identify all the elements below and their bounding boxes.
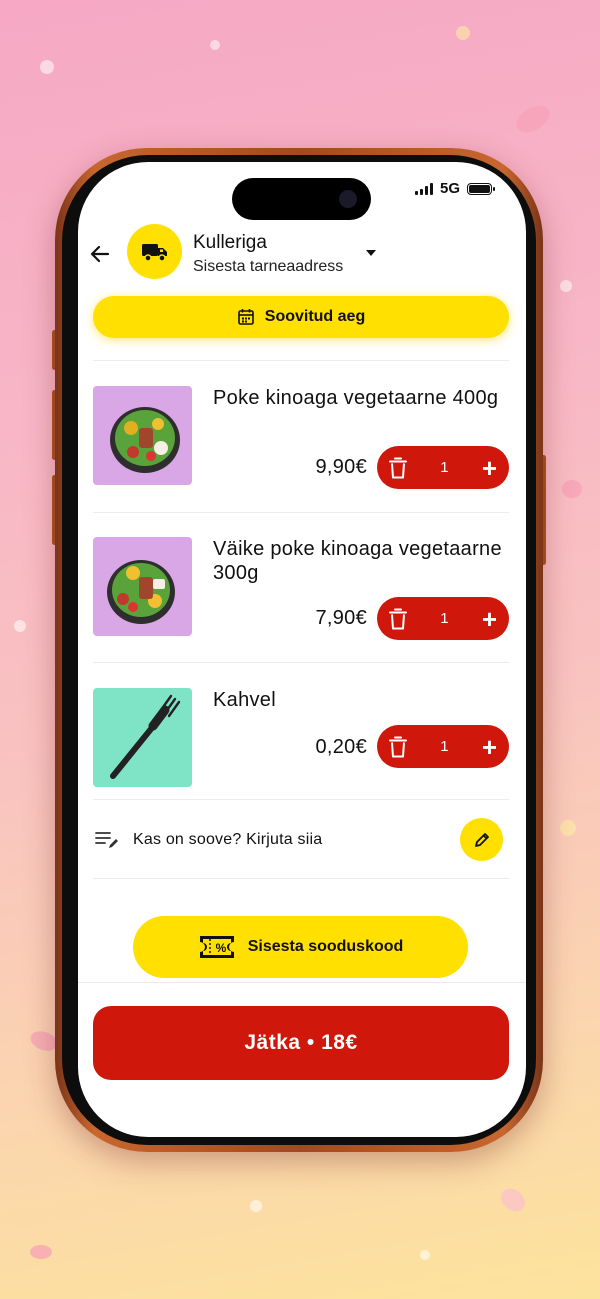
divider bbox=[93, 878, 509, 879]
promo-code-label: Sisesta sooduskood bbox=[247, 938, 404, 955]
cart-item: Poke kinoaga vegetaarne 400g 9,90€ 1 + bbox=[93, 386, 509, 489]
delivery-title[interactable]: Kulleriga bbox=[193, 232, 267, 254]
background-sparkle bbox=[210, 40, 220, 50]
background-sparkle bbox=[40, 60, 54, 74]
divider bbox=[93, 360, 509, 361]
delivery-header: Kulleriga Sisesta tarneaadress bbox=[78, 224, 526, 284]
camera-icon bbox=[339, 190, 357, 208]
plus-icon[interactable]: + bbox=[482, 606, 497, 632]
notes-icon bbox=[95, 832, 118, 848]
cart-item-name: Poke kinoaga vegetaarne 400g bbox=[213, 387, 499, 409]
background-petal bbox=[496, 1183, 530, 1217]
divider bbox=[93, 799, 509, 800]
trash-icon[interactable] bbox=[389, 736, 407, 758]
signal-icon bbox=[414, 182, 433, 195]
product-image-fork bbox=[93, 688, 192, 787]
product-image-poke-bowl bbox=[93, 386, 192, 485]
background-petal bbox=[562, 480, 582, 498]
background-sparkle bbox=[14, 620, 26, 632]
preferred-time-label: Soovitud aeg bbox=[264, 308, 366, 325]
background-sparkle bbox=[456, 26, 470, 40]
cart-item-price: 7,90€ bbox=[315, 607, 367, 629]
delivery-address-prompt[interactable]: Sisesta tarneaadress bbox=[193, 258, 343, 276]
plus-icon[interactable]: + bbox=[482, 734, 497, 760]
pencil-icon bbox=[474, 832, 489, 847]
background-sparkle bbox=[420, 1250, 430, 1260]
divider bbox=[78, 982, 526, 983]
network-label: 5G bbox=[439, 180, 460, 197]
order-notes-field[interactable]: Kas on soove? Kirjuta siia bbox=[93, 818, 509, 862]
background-sparkle bbox=[250, 1200, 262, 1212]
background-petal bbox=[511, 100, 555, 138]
promo-code-button[interactable]: % Sisesta sooduskood bbox=[133, 916, 468, 978]
notes-placeholder: Kas on soove? Kirjuta siia bbox=[133, 831, 323, 848]
quantity-value: 1 bbox=[440, 738, 449, 755]
quantity-stepper: 1 + bbox=[377, 725, 509, 768]
plus-icon[interactable]: + bbox=[482, 455, 497, 481]
battery-icon bbox=[467, 182, 495, 195]
divider bbox=[93, 512, 509, 513]
divider bbox=[93, 662, 509, 663]
background-petal bbox=[30, 1245, 52, 1259]
preferred-time-button[interactable]: Soovitud aeg bbox=[93, 296, 509, 338]
cart-item-name: Kahvel bbox=[213, 689, 276, 711]
quantity-value: 1 bbox=[440, 610, 449, 627]
trash-icon[interactable] bbox=[389, 457, 407, 479]
back-arrow-icon[interactable] bbox=[88, 242, 112, 266]
quantity-stepper: 1 + bbox=[377, 446, 509, 489]
background-sparkle bbox=[560, 820, 576, 836]
cart-item: Väike poke kinoaga vegetaarne 300g 7,90€… bbox=[93, 537, 509, 640]
dropdown-caret-icon[interactable] bbox=[366, 250, 376, 256]
svg-text:%: % bbox=[215, 941, 226, 955]
trash-icon[interactable] bbox=[389, 608, 407, 630]
app-screen: 5G Kulleriga Sisesta tarneaadress Soovit… bbox=[78, 162, 526, 1137]
quantity-stepper: 1 + bbox=[377, 597, 509, 640]
cart-item: Kahvel 0,20€ 1 + bbox=[93, 688, 509, 788]
cart-item-price: 0,20€ bbox=[315, 736, 367, 758]
edit-notes-button[interactable] bbox=[460, 818, 503, 861]
quantity-value: 1 bbox=[440, 459, 449, 476]
status-bar: 5G bbox=[414, 180, 495, 197]
truck-icon bbox=[141, 243, 167, 262]
cart-item-name: Väike poke kinoaga vegetaarne 300g bbox=[213, 538, 502, 584]
delivery-method-badge[interactable] bbox=[127, 224, 182, 279]
discount-ticket-icon: % bbox=[199, 936, 234, 958]
continue-button[interactable]: Jätka • 18€ bbox=[93, 1006, 509, 1080]
cart-item-price: 9,90€ bbox=[315, 456, 367, 478]
calendar-icon bbox=[237, 309, 254, 325]
product-image-small-poke-bowl bbox=[93, 537, 192, 636]
dynamic-island bbox=[232, 178, 371, 220]
background-sparkle bbox=[560, 280, 572, 292]
